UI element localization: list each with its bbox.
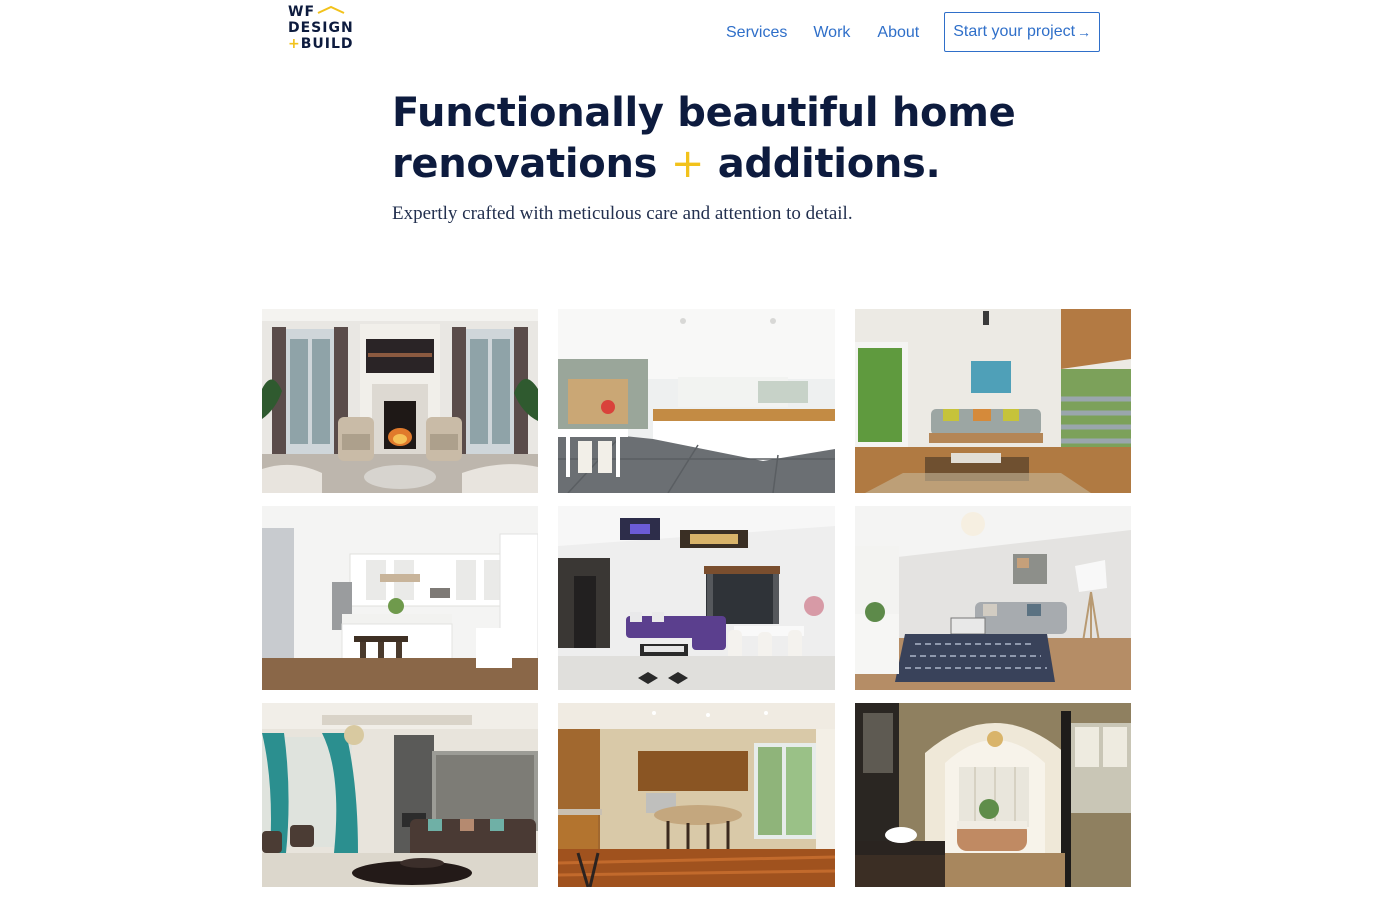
logo-line-build: +BUILD — [288, 36, 358, 52]
hero-title-plus: + — [670, 141, 705, 187]
project-gallery — [262, 309, 1132, 887]
start-project-button[interactable]: Start your project → — [944, 12, 1101, 52]
arched-bathroom-photo[interactable] — [855, 703, 1131, 887]
logo-plus: + — [288, 36, 301, 52]
living-room-fireplace-photo[interactable] — [262, 309, 538, 493]
hero-title: Functionally beautiful home renovations … — [392, 88, 1032, 190]
nav-link-services[interactable]: Services — [726, 24, 787, 42]
living-room-fireplace-image — [262, 309, 538, 493]
grey-sofa-image — [855, 506, 1131, 690]
logo-line-design: DESIGN — [288, 20, 354, 36]
arrow-right-icon: → — [1077, 24, 1092, 40]
arched-bathroom-image — [855, 703, 1131, 887]
hero-title-additions: additions. — [717, 141, 941, 187]
nav-link-about[interactable]: About — [877, 24, 919, 42]
teal-curtain-living-room-photo[interactable] — [262, 703, 538, 887]
start-project-label: Start your project — [953, 23, 1076, 40]
living-dining-image — [558, 506, 835, 690]
teal-curtain-image — [262, 703, 538, 887]
wood-kitchen-bar-photo[interactable] — [558, 703, 835, 887]
hero-title-line1: Functionally beautiful home — [392, 90, 1016, 136]
sunroom-sofa-photo[interactable] — [855, 309, 1131, 493]
white-kitchen-slate-floor-photo[interactable] — [558, 309, 835, 493]
sunroom-sofa-image — [855, 309, 1131, 493]
white-kitchen-image — [558, 309, 835, 493]
kitchen-island-image — [262, 506, 538, 690]
logo-build-text: BUILD — [300, 36, 354, 52]
hero-subtitle: Expertly crafted with meticulous care an… — [392, 203, 853, 224]
nav-link-work[interactable]: Work — [813, 24, 850, 42]
kitchen-island-photo[interactable] — [262, 506, 538, 690]
living-dining-purple-sofa-photo[interactable] — [558, 506, 835, 690]
hero-title-renovations: renovations — [392, 141, 658, 187]
main-nav: Services Work About Start your project → — [726, 12, 1101, 52]
grey-sofa-living-room-photo[interactable] — [855, 506, 1131, 690]
brand-logo[interactable]: WF DESIGN +BUILD — [288, 4, 358, 54]
wood-kitchen-image — [558, 703, 835, 887]
roof-icon — [317, 5, 345, 14]
